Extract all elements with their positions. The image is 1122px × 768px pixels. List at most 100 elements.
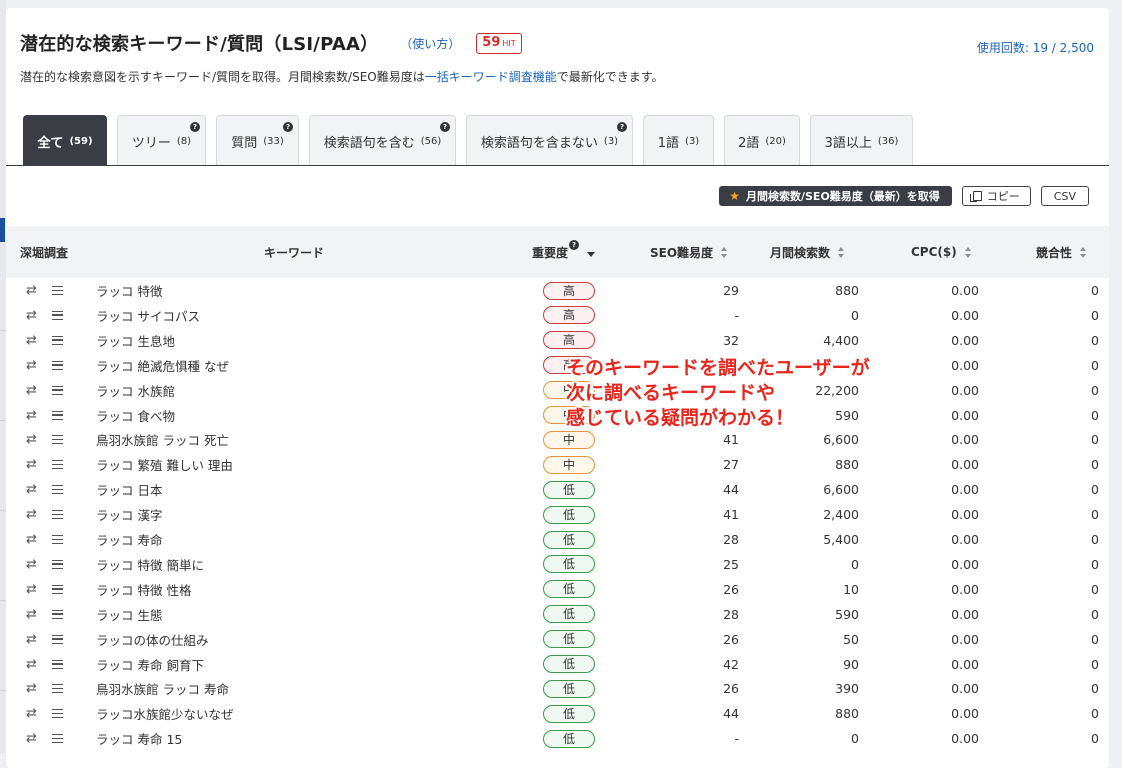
lsi-paa-panel: 潜在的な検索キーワード/質問（LSI/PAA） （使い方） 59 HIT 使用回数…: [6, 8, 1109, 768]
menu-icon[interactable]: [52, 701, 66, 726]
table-row: ⇄ ラッコ 特徴 簡単に 低 25 0 0.00 0: [6, 552, 1109, 577]
hamburger-icon: [52, 709, 63, 719]
menu-icon[interactable]: [52, 452, 66, 477]
help-icon[interactable]: ?: [617, 122, 627, 132]
page-title: 潜在的な検索キーワード/質問（LSI/PAA）: [20, 34, 379, 55]
deep-dive-repeat-icon[interactable]: ⇄: [26, 353, 40, 378]
deep-dive-repeat-icon[interactable]: ⇄: [26, 278, 40, 303]
help-icon[interactable]: ?: [440, 122, 450, 132]
menu-icon[interactable]: [52, 527, 66, 552]
deep-dive-repeat-icon[interactable]: ⇄: [26, 676, 40, 701]
menu-icon[interactable]: [52, 403, 66, 428]
deep-dive-repeat-icon[interactable]: ⇄: [26, 552, 40, 577]
header-competition[interactable]: 競合性: [1036, 226, 1087, 278]
hamburger-icon: [52, 310, 63, 320]
tab-three-plus-words[interactable]: 3語以上 (36): [810, 115, 913, 166]
hamburger-icon: [52, 684, 63, 694]
howto-link[interactable]: （使い方）: [400, 35, 460, 52]
competition-cell: 0: [1091, 332, 1099, 348]
tab-questions[interactable]: 質問 (33) ?: [216, 115, 299, 166]
csv-button[interactable]: CSV: [1040, 186, 1089, 206]
menu-icon[interactable]: [52, 602, 66, 627]
deep-dive-repeat-icon[interactable]: ⇄: [26, 303, 40, 328]
usage-count: 使用回数: 19 / 2,500: [976, 41, 1094, 55]
menu-icon[interactable]: [52, 552, 66, 577]
deep-dive-repeat-icon[interactable]: ⇄: [26, 328, 40, 353]
monthly-volume-cell: 5,400: [823, 532, 859, 547]
deep-dive-repeat-icon[interactable]: ⇄: [26, 627, 40, 652]
menu-icon[interactable]: [52, 652, 66, 677]
menu-icon[interactable]: [52, 278, 66, 303]
table-row: ⇄ ラッコ 水族館 中 22,200 0.00 0: [6, 378, 1109, 403]
tab-label: 1語: [657, 135, 680, 151]
bulk-keyword-link[interactable]: 一括キーワード調査機能: [425, 70, 557, 84]
help-icon[interactable]: ?: [283, 122, 293, 132]
tab-label: 検索語句を含まない: [480, 135, 598, 151]
cpc-cell: 0.00: [951, 307, 979, 323]
seo-difficulty-cell: [639, 353, 739, 378]
importance-cell: 低: [543, 652, 595, 677]
cpc-cell: 0.00: [951, 556, 979, 572]
cpc-cell: 0.00: [951, 681, 979, 697]
tab-two-words[interactable]: 2語 (20): [724, 115, 800, 166]
importance-badge: 低: [543, 704, 595, 723]
menu-icon[interactable]: [52, 627, 66, 652]
header-cpc-label: CPC($): [911, 245, 957, 259]
deep-dive-repeat-icon[interactable]: ⇄: [26, 726, 40, 751]
deep-dive-repeat-icon[interactable]: ⇄: [26, 378, 40, 403]
seo-difficulty-cell: 26: [723, 681, 739, 697]
table-row: ⇄ ラッコ 食べ物 中 590 0.00 0: [6, 403, 1109, 428]
menu-icon[interactable]: [52, 577, 66, 602]
hamburger-icon: [52, 634, 63, 644]
header-cpc[interactable]: CPC($): [911, 226, 972, 278]
deep-dive-repeat-icon[interactable]: ⇄: [26, 701, 40, 726]
help-icon[interactable]: ?: [569, 240, 580, 250]
deep-dive-repeat-icon[interactable]: ⇄: [26, 427, 40, 452]
fetch-latest-button[interactable]: ★ 月間検索数/SEO難易度（最新）を取得: [719, 186, 952, 206]
tab-contains-query[interactable]: 検索語句を含む (56) ?: [309, 115, 456, 166]
keyword-cell: ラッコ 食べ物: [96, 408, 175, 424]
importance-badge: 低: [543, 679, 595, 698]
action-buttons: ★ 月間検索数/SEO難易度（最新）を取得 コピー CSV: [719, 186, 1089, 206]
deep-dive-repeat-icon[interactable]: ⇄: [26, 403, 40, 428]
table-row: ⇄ ラッコ 寿命 15 低 - 0 0.00 0: [6, 726, 1109, 751]
monthly-volume-cell: [759, 353, 859, 378]
menu-icon[interactable]: [52, 378, 66, 403]
menu-icon[interactable]: [52, 328, 66, 353]
left-edge-tick: [0, 510, 6, 511]
menu-icon[interactable]: [52, 726, 66, 751]
competition-cell: 0: [1091, 731, 1099, 747]
hamburger-icon: [52, 559, 63, 569]
help-icon[interactable]: ?: [190, 122, 200, 132]
importance-badge: 中: [543, 430, 595, 449]
deep-dive-repeat-icon[interactable]: ⇄: [26, 577, 40, 602]
header-seo-difficulty[interactable]: SEO難易度: [650, 226, 728, 278]
tab-tree[interactable]: ツリー (8) ?: [117, 115, 206, 166]
menu-icon[interactable]: [52, 477, 66, 502]
header-monthly-volume[interactable]: 月間検索数: [770, 226, 845, 278]
hamburger-icon: [52, 734, 63, 744]
deep-dive-repeat-icon[interactable]: ⇄: [26, 502, 40, 527]
deep-dive-repeat-icon[interactable]: ⇄: [26, 477, 40, 502]
tab-one-word[interactable]: 1語 (3): [643, 115, 714, 166]
deep-dive-repeat-icon[interactable]: ⇄: [26, 452, 40, 477]
menu-icon[interactable]: [52, 676, 66, 701]
tab-all[interactable]: 全て (59): [23, 115, 107, 166]
deep-dive-repeat-icon[interactable]: ⇄: [26, 527, 40, 552]
deep-dive-repeat-icon[interactable]: ⇄: [26, 602, 40, 627]
seo-difficulty-cell: 26: [723, 581, 739, 597]
copy-button[interactable]: コピー: [961, 186, 1031, 206]
copy-icon: [969, 191, 982, 202]
menu-icon[interactable]: [52, 303, 66, 328]
menu-icon[interactable]: [52, 502, 66, 527]
title-row: 潜在的な検索キーワード/質問（LSI/PAA） （使い方） 59 HIT: [20, 30, 522, 56]
tab-count: (56): [420, 135, 442, 147]
menu-icon[interactable]: [52, 353, 66, 378]
tab-count: (20): [765, 135, 786, 147]
table-row: ⇄ ラッコ 寿命 飼育下 低 42 90 0.00 0: [6, 652, 1109, 677]
tab-excludes-query[interactable]: 検索語句を含まない (3) ?: [466, 115, 633, 166]
menu-icon[interactable]: [52, 427, 66, 452]
header-importance[interactable]: 重要度 ?: [532, 226, 596, 278]
competition-cell: 0: [1091, 606, 1099, 622]
deep-dive-repeat-icon[interactable]: ⇄: [26, 652, 40, 677]
